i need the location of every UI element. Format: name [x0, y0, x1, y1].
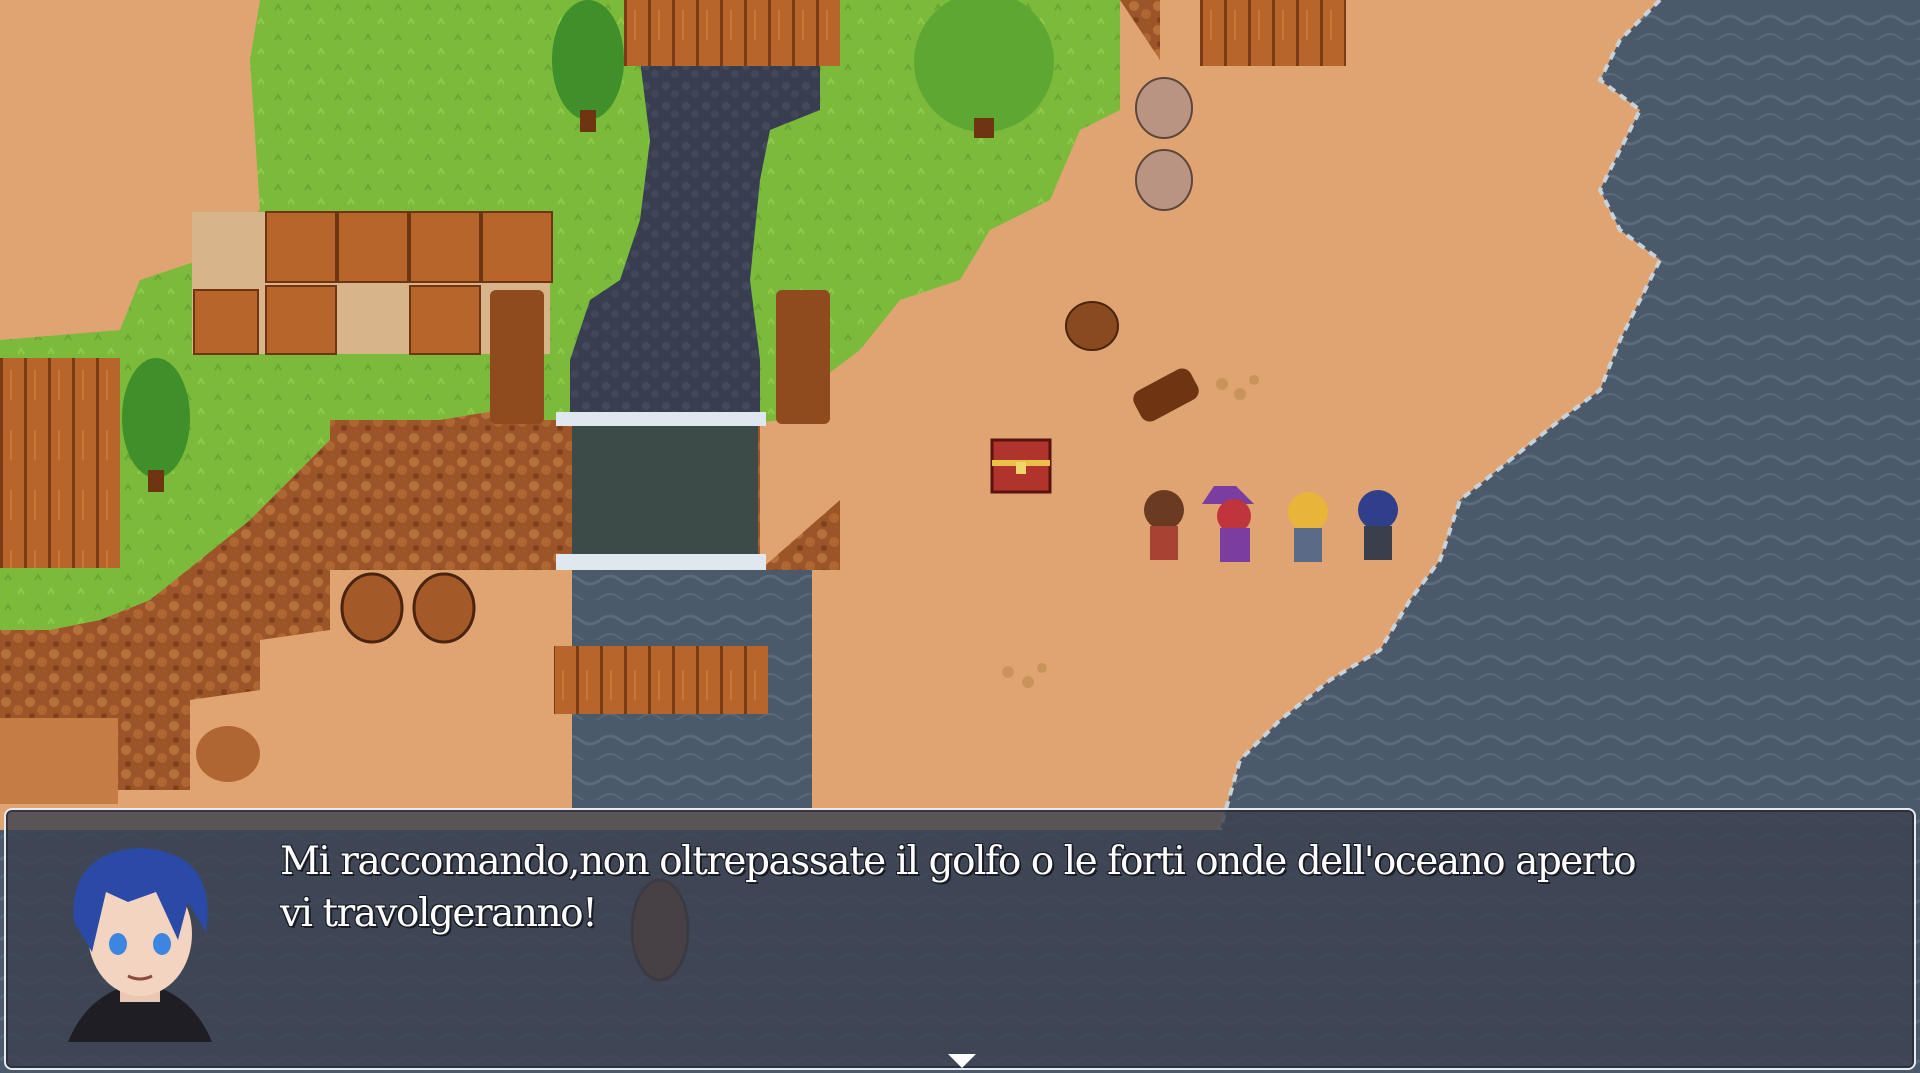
wooden-house [0, 358, 120, 568]
dialog-line-2: vi travolgeranno! [280, 891, 598, 936]
bridge-bottom [554, 646, 768, 714]
rock-pile [196, 726, 260, 782]
dialog-line-1: Mi raccomando,non oltrepassate il golfo … [280, 839, 1637, 884]
waterfall-foam-top [556, 412, 766, 426]
blue-hair-character-portrait [68, 848, 212, 1042]
log-pillar-left [490, 290, 544, 424]
bridge-top [624, 0, 840, 66]
treasure-chest [990, 438, 1052, 494]
dialog-box[interactable]: Mi raccomando,non oltrepassate il golfo … [4, 808, 1916, 1070]
waterfall-foam-bottom [556, 554, 766, 570]
crates-top-right [1200, 0, 1346, 66]
triangle-down-icon[interactable] [948, 1054, 976, 1068]
wooden-house-lower [0, 718, 118, 804]
log-pillar-right [776, 290, 830, 424]
dialog-text: Mi raccomando,non oltrepassate il golfo … [280, 836, 1840, 940]
bucket [1065, 301, 1119, 351]
waterfall [572, 420, 758, 560]
